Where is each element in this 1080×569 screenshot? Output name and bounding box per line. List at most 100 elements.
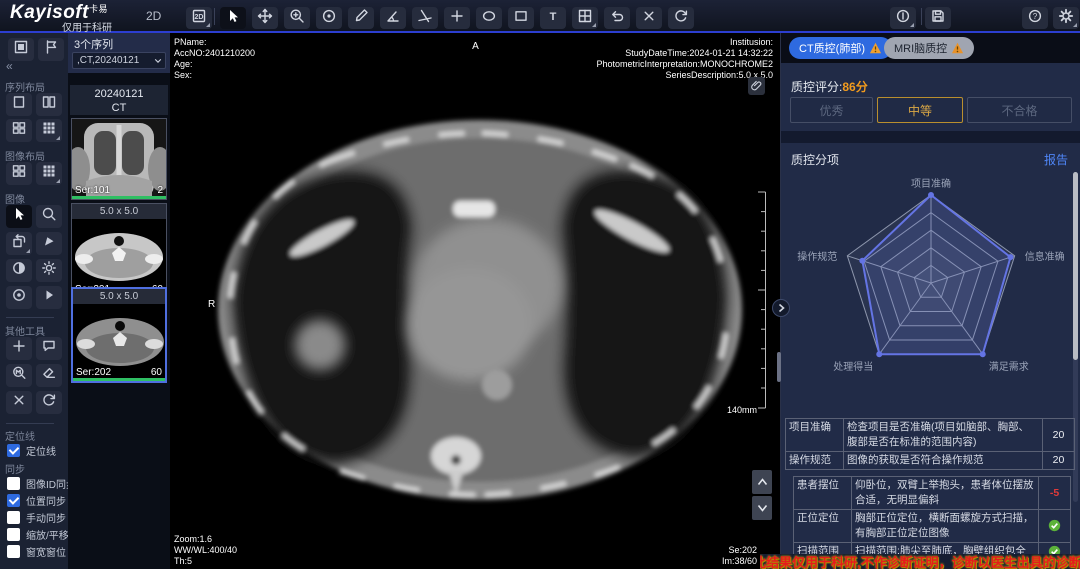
attachment-button[interactable] [748, 77, 765, 95]
image-target-button[interactable] [6, 286, 32, 309]
series-thumbnail-101[interactable]: Ser:1012 [71, 118, 167, 200]
rail-divider [6, 317, 54, 318]
overlay-series-description: SeriesDescription:5.0 x 5.0 [596, 70, 773, 81]
grade-fail-button[interactable]: 不合格 [967, 97, 1072, 123]
crosshair-icon [449, 8, 465, 29]
zoom-in-tool-button[interactable] [284, 7, 310, 29]
checkbox-row-window-sync[interactable]: 窗宽窗位 [7, 544, 66, 559]
crosshair-tool-button[interactable] [444, 7, 470, 29]
image-invert-button[interactable] [6, 259, 32, 282]
checkbox-row-scout-line[interactable]: 定位线 [7, 443, 56, 458]
divider-drag-handle[interactable] [777, 352, 781, 382]
toolbar-separator [214, 8, 215, 25]
tab-mri-qc[interactable]: MRI脑质控 [884, 37, 974, 59]
layout-2x2-icon [11, 163, 27, 184]
wl-probe-tool-button[interactable] [316, 7, 342, 29]
length-tool-button[interactable] [348, 7, 374, 29]
grade-medium-button[interactable]: 中等 [877, 97, 963, 123]
row-description: 检查项目是否准确(项目如脑部、胸部、腹部是否在标准的范围内容) [844, 419, 1043, 452]
thumbnail-progress-bar [72, 196, 166, 199]
thumbnail-caption: Ser:1012 [72, 185, 166, 196]
qc-subsection-title: 质控分项 [791, 151, 839, 168]
comment-tool-button[interactable] [36, 337, 62, 360]
undo-button[interactable] [604, 7, 630, 29]
thumbnail-image-axial [73, 304, 165, 367]
thumbnail-caption: Ser:20260 [73, 367, 165, 378]
position-sync-checkbox[interactable] [7, 494, 20, 507]
add-tool-button[interactable] [6, 337, 32, 360]
pointer-tool-button[interactable] [220, 7, 246, 29]
help-button[interactable]: ? [1022, 7, 1048, 29]
rect-roi-tool-button[interactable] [508, 7, 534, 29]
grid-icon [577, 8, 593, 29]
reset-tool-button[interactable] [36, 391, 62, 414]
collapse-panel-button[interactable]: « [6, 59, 13, 73]
pan-tool-button[interactable] [252, 7, 278, 29]
report-link[interactable]: 报告 [1044, 151, 1068, 168]
reset-view-button[interactable] [668, 7, 694, 29]
layout-2x2-button[interactable] [6, 119, 32, 142]
overlay-zoom: Zoom:1.6 [174, 534, 237, 545]
checkbox-label: 窗宽窗位 [26, 544, 66, 559]
image-magnify-button[interactable] [36, 205, 62, 228]
scout-line-checkbox[interactable] [7, 444, 20, 457]
settings-button[interactable] [1053, 7, 1079, 29]
eraser-button[interactable] [36, 364, 62, 387]
table-row: 患者摆位 仰卧位，双臂上举抱头，患者体位摆放合适，无明显偏斜 -5 [794, 477, 1071, 510]
window-sync-checkbox[interactable] [7, 545, 20, 558]
info-button[interactable] [890, 7, 916, 29]
cobb-angle-tool-button[interactable] [412, 7, 438, 29]
grade-excellent-button[interactable]: 优秀 [790, 97, 873, 123]
image-cine-forward-button[interactable] [36, 232, 62, 255]
layout-1x2-button[interactable] [36, 93, 62, 116]
delete-tool-button[interactable] [6, 391, 32, 414]
2d-mode-button[interactable]: 2D [186, 7, 212, 29]
row-label: 操作规范 [786, 452, 844, 470]
image-rotate-button[interactable] [6, 232, 32, 255]
series-thumbnail-201[interactable]: 5.0 x 5.0 Ser:20160 [71, 203, 167, 299]
image-viewport[interactable]: PName: AccNO:2401210200 Age: Sex: Instit… [170, 33, 781, 569]
section-label-image: 图像 [5, 191, 25, 206]
checkbox-label: 缩放/平移 [26, 527, 69, 542]
text-annotation-tool-button[interactable]: T [540, 7, 566, 29]
scrollbar-thumb[interactable] [1073, 172, 1078, 360]
checkbox-row-manual-sync[interactable]: 手动同步 [7, 510, 66, 525]
checkbox-row-image-id-sync[interactable]: 图像ID同步 [7, 476, 76, 491]
series-dropdown[interactable]: ,CT,20240121 [72, 52, 166, 69]
checkbox-row-zoom-pan-sync[interactable]: 缩放/平移 [7, 527, 69, 542]
export-flag-button[interactable] [38, 38, 64, 61]
ellipse-roi-tool-button[interactable] [476, 7, 502, 29]
overlay-age: Age: [174, 59, 255, 70]
next-slice-button[interactable] [752, 496, 772, 520]
series-panel-toggle-button[interactable] [8, 38, 34, 61]
checkbox-row-position-sync[interactable]: 位置同步 [7, 493, 66, 508]
roi-magnifier-button[interactable] [6, 364, 32, 387]
grid-layout-tool-button[interactable] [572, 7, 598, 29]
previous-slice-button[interactable] [752, 470, 772, 494]
image-id-sync-checkbox[interactable] [7, 477, 20, 490]
tab-ct-qc[interactable]: CT质控(肺部) [789, 37, 892, 59]
image-brightness-button[interactable] [36, 259, 62, 282]
image-layout-2x2-button[interactable] [6, 162, 32, 185]
overlay-thickness: Th:5 [174, 556, 237, 567]
image-pointer-button[interactable] [6, 205, 32, 228]
save-button[interactable] [925, 7, 951, 29]
row-score: 20 [1043, 452, 1075, 470]
qc-score-table: 项目准确 检查项目是否准确(项目如脑部、胸部、腹部是否在标准的范围内容) 20 … [785, 418, 1075, 561]
image-play-button[interactable] [36, 286, 62, 309]
clear-annotations-button[interactable] [636, 7, 662, 29]
zoom-pan-sync-checkbox[interactable] [7, 528, 20, 541]
expand-panel-button[interactable] [772, 299, 790, 317]
checkbox-label: 定位线 [26, 443, 56, 458]
svg-text:项目准确: 项目准确 [911, 177, 951, 190]
thumbnail-progress-bar [73, 378, 165, 381]
manual-sync-checkbox[interactable] [7, 511, 20, 524]
magnifier-icon [41, 206, 57, 227]
series-thumbnail-202-selected[interactable]: 5.0 x 5.0 Ser:20260 [71, 287, 167, 383]
image-layout-3x3-button[interactable] [36, 162, 62, 185]
layout-3x3-button[interactable] [36, 119, 62, 142]
angle-tool-button[interactable] [380, 7, 406, 29]
layout-1x1-button[interactable] [6, 93, 32, 116]
series-group-header[interactable]: 20240121CT [70, 85, 168, 115]
thumbnail-header: 5.0 x 5.0 [72, 204, 166, 219]
